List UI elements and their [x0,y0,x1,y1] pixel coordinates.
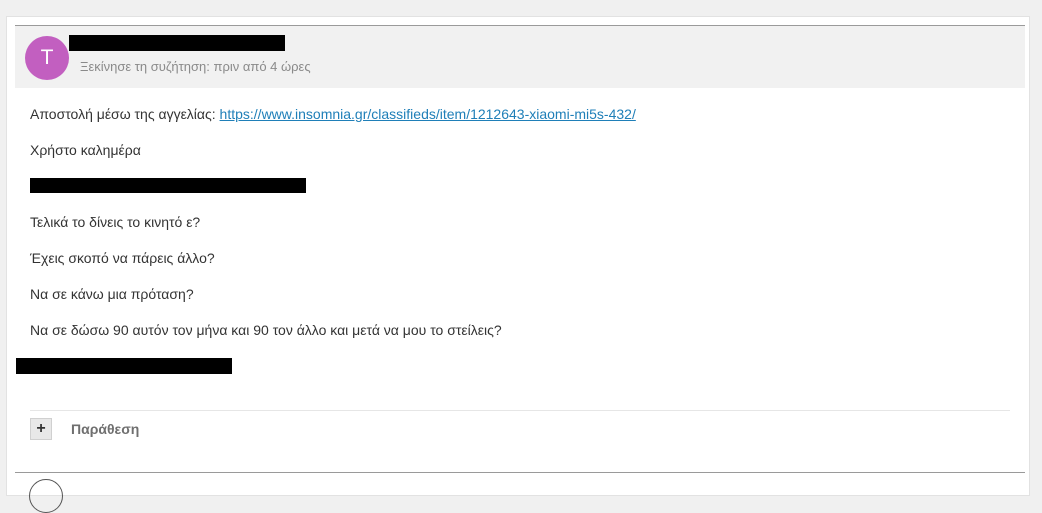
intro-text: Αποστολή μέσω της αγγελίας: [30,106,220,122]
redacted-author-name [69,35,285,51]
thread-started-meta: Ξεκίνησε τη συζήτηση: πριν από 4 ώρες [80,59,311,74]
avatar[interactable]: T [25,36,69,80]
message-line-question-3: Να σε κάνω μια πρόταση? [30,286,194,302]
actions-divider [30,410,1010,411]
message-panel: T Ξεκίνησε τη συζήτηση: πριν από 4 ώρες … [6,16,1030,513]
thread-header: T Ξεκίνησε τη συζήτηση: πριν από 4 ώρες [15,26,1025,88]
classified-link[interactable]: https://www.insomnia.gr/classifieds/item… [220,106,636,122]
next-message-avatar [29,479,63,513]
quote-label[interactable]: Παράθεση [71,421,139,437]
redacted-signature [16,358,232,374]
message-line-offer: Να σε δώσω 90 αυτόν τον μήνα και 90 τον … [30,322,502,338]
message-intro: Αποστολή μέσω της αγγελίας: https://www.… [30,106,636,122]
message-line-question-1: Τελικά το δίνεις το κινητό ε? [30,214,201,230]
bottom-divider [15,472,1025,473]
redacted-line [30,178,306,193]
message-line-question-2: Έχεις σκοπό να πάρεις άλλο? [30,250,215,266]
message-line-greeting: Χρήστο καλημέρα [30,142,141,158]
quote-expand-button[interactable]: + [30,418,52,440]
